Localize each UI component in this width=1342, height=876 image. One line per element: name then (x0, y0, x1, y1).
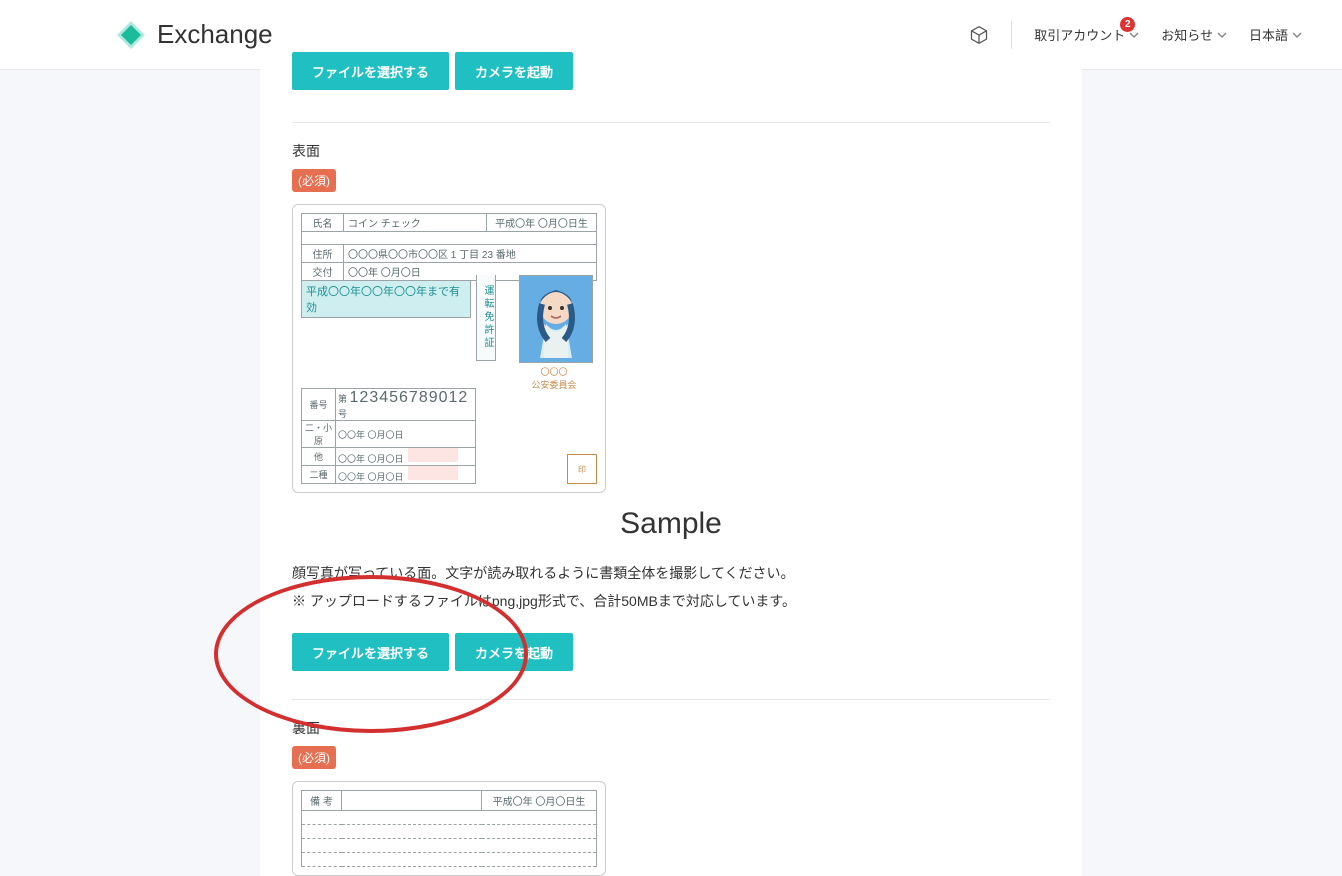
separator (1011, 21, 1012, 49)
nav-account[interactable]: 取引アカウント 2 (1034, 25, 1139, 44)
launch-camera-button[interactable]: カメラを起動 (455, 52, 573, 90)
select-file-button[interactable]: ファイルを選択する (292, 633, 449, 671)
instruction-line-2: ※ アップロードするファイルはpng,jpg形式で、合計50MBまで対応していま… (292, 587, 1050, 615)
section-back-label: 裏面 (292, 718, 1050, 738)
card-addr-label: 住所 (302, 245, 344, 263)
card-row-b-value: 〇〇年 〇月〇日 (336, 448, 476, 466)
card-birth: 平成〇年 〇月〇日生 (487, 214, 597, 232)
nav-language-label: 日本語 (1249, 25, 1288, 44)
select-file-button[interactable]: ファイルを選択する (292, 52, 449, 90)
divider (292, 122, 1050, 123)
required-badge: (必須) (292, 746, 336, 769)
license-sample-front: 氏名 コイン チェック 平成〇年 〇月〇日生 住所 〇〇〇県〇〇市〇〇区 1 丁… (292, 204, 606, 493)
launch-camera-button[interactable]: カメラを起動 (455, 633, 573, 671)
card-row-b-label: 他 (302, 448, 336, 466)
card-stamp-small: 〇〇〇公安委員会 (511, 365, 597, 391)
divider (292, 699, 1050, 700)
card-num-label: 番号 (302, 389, 336, 421)
chevron-down-icon (1217, 30, 1227, 40)
nav-notice[interactable]: お知らせ (1161, 25, 1227, 44)
back-birth: 平成〇年 〇月〇日生 (482, 791, 597, 811)
front-instructions: 顔写真が写っている面。文字が読み取れるように書類全体を撮影してください。 ※ ア… (292, 559, 1050, 615)
card-row-c-label: 二種 (302, 466, 336, 484)
chevron-down-icon (1292, 30, 1302, 40)
card-photo (519, 275, 593, 363)
nav-account-label: 取引アカウント (1034, 25, 1125, 44)
card-name-value: コイン チェック (344, 214, 487, 232)
card-row-a-label: 二・小原 (302, 421, 336, 448)
back-memo-label: 備 考 (302, 791, 342, 811)
card-issue-label: 交付 (302, 263, 344, 281)
required-badge: (必須) (292, 169, 336, 192)
card-num-value: 第 123456789012 号 (336, 389, 476, 421)
logo-icon (115, 19, 147, 51)
card-addr-value: 〇〇〇県〇〇市〇〇区 1 丁目 23 番地 (344, 245, 597, 263)
card-stamp-icon: 印 (567, 454, 597, 484)
license-sample-back: 備 考 平成〇年 〇月〇日生 (292, 781, 606, 876)
brand-logo[interactable]: Exchange (115, 19, 273, 51)
sample-watermark: Sample (292, 507, 1050, 541)
header-nav: 取引アカウント 2 お知らせ 日本語 (969, 21, 1302, 49)
card-name-label: 氏名 (302, 214, 344, 232)
front-upload-buttons: ファイルを選択する カメラを起動 (292, 633, 1050, 671)
section-front-label: 表面 (292, 141, 1050, 161)
card-row-c-value: 〇〇年 〇月〇日 (336, 466, 476, 484)
cube-icon[interactable] (969, 25, 989, 45)
back-empty (342, 791, 482, 811)
nav-notice-label: お知らせ (1161, 25, 1213, 44)
nav-language[interactable]: 日本語 (1249, 25, 1302, 44)
previous-section-buttons: ファイルを選択する カメラを起動 (292, 52, 1050, 104)
instruction-line-1: 顔写真が写っている面。文字が読み取れるように書類全体を撮影してください。 (292, 559, 1050, 587)
content-panel: ファイルを選択する カメラを起動 表面 (必須) 氏名 コイン チェック 平成〇… (260, 52, 1082, 876)
card-valid-until: 平成〇〇年〇〇年〇〇年まで有効 (301, 281, 471, 318)
brand-text: Exchange (157, 19, 273, 50)
card-license-vertical: 運転免許証 (476, 275, 496, 361)
card-row-a-value: 〇〇年 〇月〇日 (336, 421, 476, 448)
